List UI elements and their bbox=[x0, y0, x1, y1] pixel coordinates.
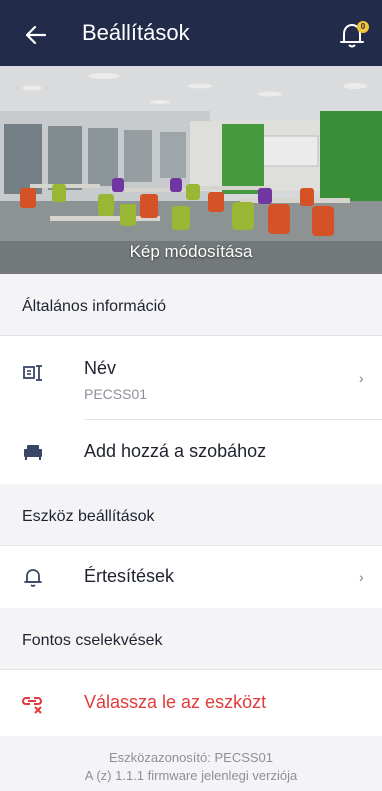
notifications-button[interactable]: 0 bbox=[340, 18, 370, 50]
unlink-device-label: Válassza le az eszközt bbox=[84, 692, 267, 712]
firmware-version-text: A (z) 1.1.1 firmware jelenlegi verziója bbox=[84, 768, 298, 783]
name-row[interactable]: Név PECSS01 › bbox=[0, 336, 382, 420]
device-id-icon bbox=[23, 365, 42, 381]
app-header: Beállítások 0 bbox=[0, 0, 382, 66]
room-image[interactable]: Kép módosítása bbox=[0, 66, 382, 274]
section-actions-title: Fontos cselekvések bbox=[22, 632, 163, 649]
page-title: Beállítások bbox=[82, 20, 190, 45]
add-to-room-label: Add hozzá a szobához bbox=[84, 441, 267, 461]
notifications-row[interactable]: Értesítések › bbox=[0, 546, 382, 608]
bell-outline-icon bbox=[24, 569, 42, 587]
chevron-right-icon: › bbox=[359, 569, 364, 585]
change-image-label[interactable]: Kép módosítása bbox=[0, 242, 382, 262]
add-to-room-row[interactable]: Add hozzá a szobához bbox=[0, 420, 382, 484]
section-general-title: Általános információ bbox=[22, 298, 167, 315]
section-device-header: Eszköz beállítások bbox=[0, 484, 382, 546]
notification-badge: 0 bbox=[357, 21, 369, 33]
device-id-text: Eszközazonosító: PECSS01 bbox=[108, 750, 274, 765]
name-value: PECSS01 bbox=[84, 386, 148, 402]
unlink-icon bbox=[22, 697, 43, 714]
name-label: Név bbox=[84, 358, 117, 378]
unlink-device-row[interactable]: Válassza le az eszközt bbox=[0, 670, 382, 736]
back-button[interactable] bbox=[22, 21, 50, 49]
section-general-header: Általános információ bbox=[0, 274, 382, 336]
section-device-title: Eszköz beállítások bbox=[22, 508, 155, 525]
notifications-label: Értesítések bbox=[84, 566, 175, 586]
arrow-left-icon bbox=[25, 25, 47, 45]
sofa-icon bbox=[24, 445, 42, 460]
chevron-right-icon: › bbox=[359, 370, 364, 386]
section-actions-header: Fontos cselekvések bbox=[0, 608, 382, 670]
